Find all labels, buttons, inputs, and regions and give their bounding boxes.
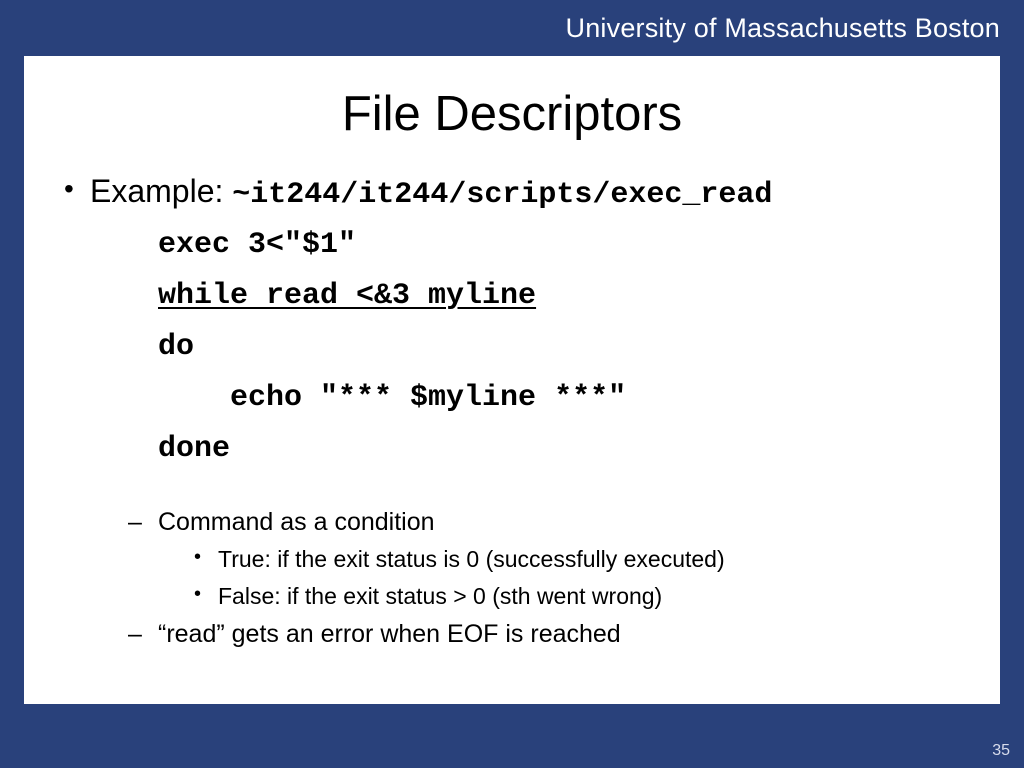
page-number: 35 bbox=[992, 742, 1010, 760]
note-false: False: if the exit status > 0 (sth went … bbox=[218, 578, 980, 615]
example-path: ~it244/it244/scripts/exec_read bbox=[232, 178, 772, 212]
content: Example: ~it244/it244/scripts/exec_read … bbox=[24, 170, 1000, 654]
code-line-3: do bbox=[158, 322, 980, 373]
header-bar: University of Massachusetts Boston bbox=[0, 0, 1024, 56]
code-line-2: while read <&3 myline bbox=[158, 271, 980, 322]
example-label: Example: bbox=[90, 173, 232, 209]
note-condition: Command as a condition bbox=[158, 503, 980, 542]
slide-title: File Descriptors bbox=[24, 86, 1000, 142]
code-block: exec 3<"$1" while read <&3 myline do ech… bbox=[158, 220, 980, 475]
code-line-5: done bbox=[158, 424, 980, 475]
example-bullet: Example: ~it244/it244/scripts/exec_read bbox=[90, 170, 980, 216]
code-line-4: echo "*** $myline ***" bbox=[158, 373, 980, 424]
slide-body: File Descriptors Example: ~it244/it244/s… bbox=[24, 56, 1000, 704]
slide: University of Massachusetts Boston File … bbox=[0, 0, 1024, 768]
note-eof: “read” gets an error when EOF is reached bbox=[158, 615, 980, 654]
note-true: True: if the exit status is 0 (successfu… bbox=[218, 541, 980, 578]
code-line-1: exec 3<"$1" bbox=[158, 220, 980, 271]
org-name: University of Massachusetts Boston bbox=[566, 13, 1000, 43]
